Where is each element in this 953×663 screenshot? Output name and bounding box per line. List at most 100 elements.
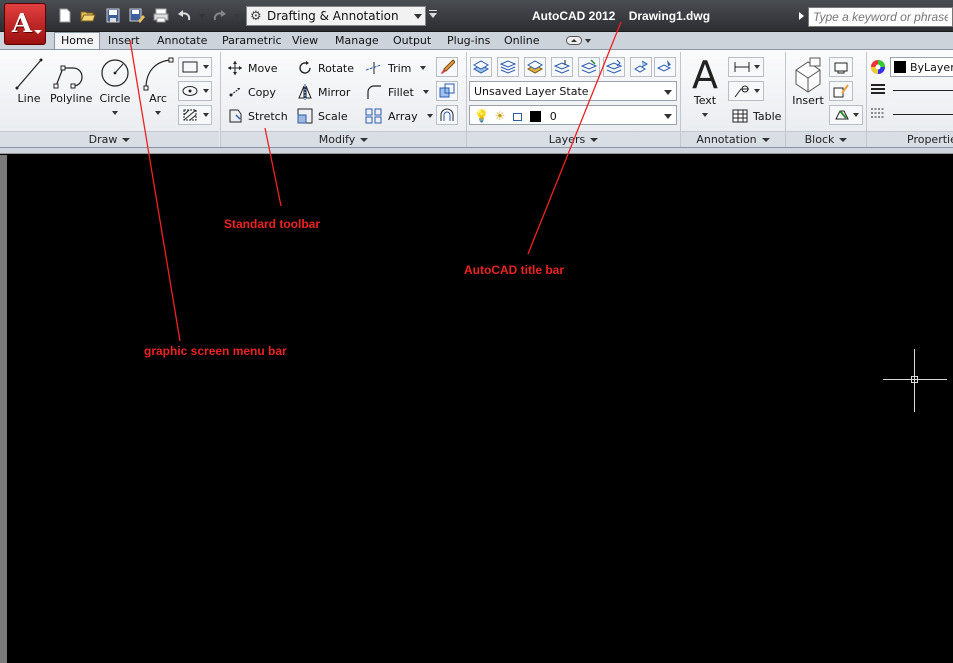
search-input[interactable]: [808, 7, 953, 27]
workspace-selector[interactable]: ⚙ Drafting & Annotation: [246, 6, 426, 26]
stretch-button[interactable]: Stretch: [227, 106, 288, 126]
scale-label: Scale: [318, 109, 348, 123]
layer-freeze-button[interactable]: [578, 57, 600, 77]
open-icon[interactable]: [80, 8, 96, 23]
dimension-icon: [734, 62, 749, 72]
table-icon: [732, 109, 748, 123]
line-label: Line: [17, 92, 41, 105]
application-menu-button[interactable]: A: [4, 3, 46, 45]
array-button[interactable]: Array: [365, 106, 433, 126]
layer-state-button[interactable]: [497, 57, 519, 77]
save-as-icon[interactable]: [129, 8, 145, 23]
chevron-down-icon[interactable]: [155, 111, 161, 115]
rotate-button[interactable]: Rotate: [297, 58, 354, 78]
circle-button[interactable]: Circle: [97, 56, 133, 118]
scale-button[interactable]: Scale: [297, 106, 348, 126]
properties-panel-label: Properties: [907, 133, 953, 146]
save-icon[interactable]: [105, 8, 121, 23]
tab-plug-ins[interactable]: Plug-ins: [447, 33, 490, 49]
new-icon[interactable]: [57, 8, 73, 23]
layer-previous-button[interactable]: [654, 57, 676, 77]
layer-properties-button[interactable]: [470, 57, 492, 77]
color-wheel-icon[interactable]: [870, 59, 886, 75]
undo-icon[interactable]: [177, 8, 193, 23]
rectangle-button[interactable]: [178, 57, 212, 77]
edit-block-icon: [833, 84, 849, 98]
lineweight-icon[interactable]: [870, 83, 886, 97]
line-button[interactable]: Line: [13, 56, 45, 105]
minimize-ribbon-button[interactable]: [566, 36, 582, 45]
create-block-button[interactable]: [829, 57, 853, 77]
chevron-down-icon[interactable]: [702, 113, 708, 117]
polyline-button[interactable]: Polyline: [50, 56, 92, 105]
explode-button[interactable]: [436, 81, 458, 101]
color-value: ByLayer: [910, 61, 953, 74]
layer-lock-button[interactable]: [603, 57, 625, 77]
mirror-button[interactable]: Mirror: [297, 82, 350, 102]
properties-panel-title[interactable]: Properties: [867, 131, 953, 147]
multileader-button[interactable]: [728, 81, 764, 101]
block-panel-title[interactable]: Block: [786, 131, 866, 147]
text-button[interactable]: A Text: [688, 56, 722, 120]
tab-annotate[interactable]: Annotate: [157, 33, 207, 49]
fillet-button[interactable]: Fillet: [365, 82, 429, 102]
drawing-canvas[interactable]: [0, 155, 953, 663]
modify-panel-title[interactable]: Modify: [221, 131, 466, 147]
tab-home[interactable]: Home: [54, 32, 101, 50]
edit-attributes-button[interactable]: [829, 105, 863, 125]
dimension-button[interactable]: [728, 57, 764, 77]
circle-label: Circle: [99, 92, 131, 105]
arc-button[interactable]: Arc: [141, 56, 175, 118]
hatch-button[interactable]: [178, 81, 212, 101]
tab-view[interactable]: View: [292, 33, 318, 49]
offset-button[interactable]: [436, 105, 458, 125]
ribbon-panel-area: Line Polyline Circle Arc Draw Move Copy …: [0, 49, 953, 148]
document-name: Drawing1.dwg: [628, 9, 711, 23]
layer-stack-icon: [500, 60, 516, 74]
erase-button[interactable]: [436, 57, 458, 77]
table-button[interactable]: Table: [732, 106, 781, 126]
edit-block-button[interactable]: [829, 81, 853, 101]
draw-panel-title[interactable]: Draw: [0, 131, 219, 147]
redo-dropdown-icon[interactable]: [234, 14, 240, 18]
plot-icon[interactable]: [153, 8, 169, 23]
layer-dropdown[interactable]: 💡 ☀ 0: [469, 105, 677, 125]
chevron-down-icon: [664, 114, 672, 119]
tab-manage[interactable]: Manage: [335, 33, 379, 49]
trim-button[interactable]: Trim: [365, 58, 427, 78]
lineweight-dropdown[interactable]: [893, 90, 953, 91]
chevron-right-icon[interactable]: [799, 12, 804, 20]
tab-insert[interactable]: Insert: [108, 33, 140, 49]
insert-block-button[interactable]: Insert: [790, 56, 826, 107]
customize-toolbar-icon[interactable]: [429, 10, 437, 18]
color-dropdown[interactable]: ByLayer: [890, 57, 953, 77]
annotation-panel-title[interactable]: Annotation: [681, 131, 785, 147]
boundary-button[interactable]: [178, 105, 212, 125]
tab-parametric[interactable]: Parametric: [222, 33, 282, 49]
layer-off-button[interactable]: [524, 57, 546, 77]
chevron-down-icon[interactable]: [422, 90, 429, 94]
linetype-icon[interactable]: [870, 107, 886, 121]
layers-panel-title[interactable]: Layers: [467, 131, 680, 147]
chevron-down-icon[interactable]: [112, 111, 118, 115]
copy-button[interactable]: Copy: [227, 82, 276, 102]
redo-icon[interactable]: [211, 8, 227, 23]
layer-isolate-button[interactable]: [551, 57, 573, 77]
linetype-dropdown[interactable]: [893, 114, 953, 115]
chevron-down-icon: [202, 65, 209, 69]
tab-online[interactable]: Online: [504, 33, 539, 49]
undo-dropdown-icon[interactable]: [199, 14, 205, 18]
layer-match-button[interactable]: [630, 57, 652, 77]
title-bar-annotation: AutoCAD title bar: [464, 263, 564, 277]
chevron-down-icon[interactable]: [585, 39, 591, 43]
move-icon: [228, 61, 242, 75]
move-button[interactable]: Move: [227, 58, 278, 78]
boundary-icon: [183, 109, 196, 121]
layer-state-dropdown[interactable]: Unsaved Layer State: [469, 81, 677, 101]
crosshair-pickbox: [911, 376, 918, 383]
chevron-down-icon[interactable]: [426, 114, 433, 118]
chevron-down-icon[interactable]: [420, 66, 427, 70]
mirror-icon: [298, 84, 312, 100]
hatch-icon: [182, 86, 197, 96]
tab-output[interactable]: Output: [393, 33, 431, 49]
